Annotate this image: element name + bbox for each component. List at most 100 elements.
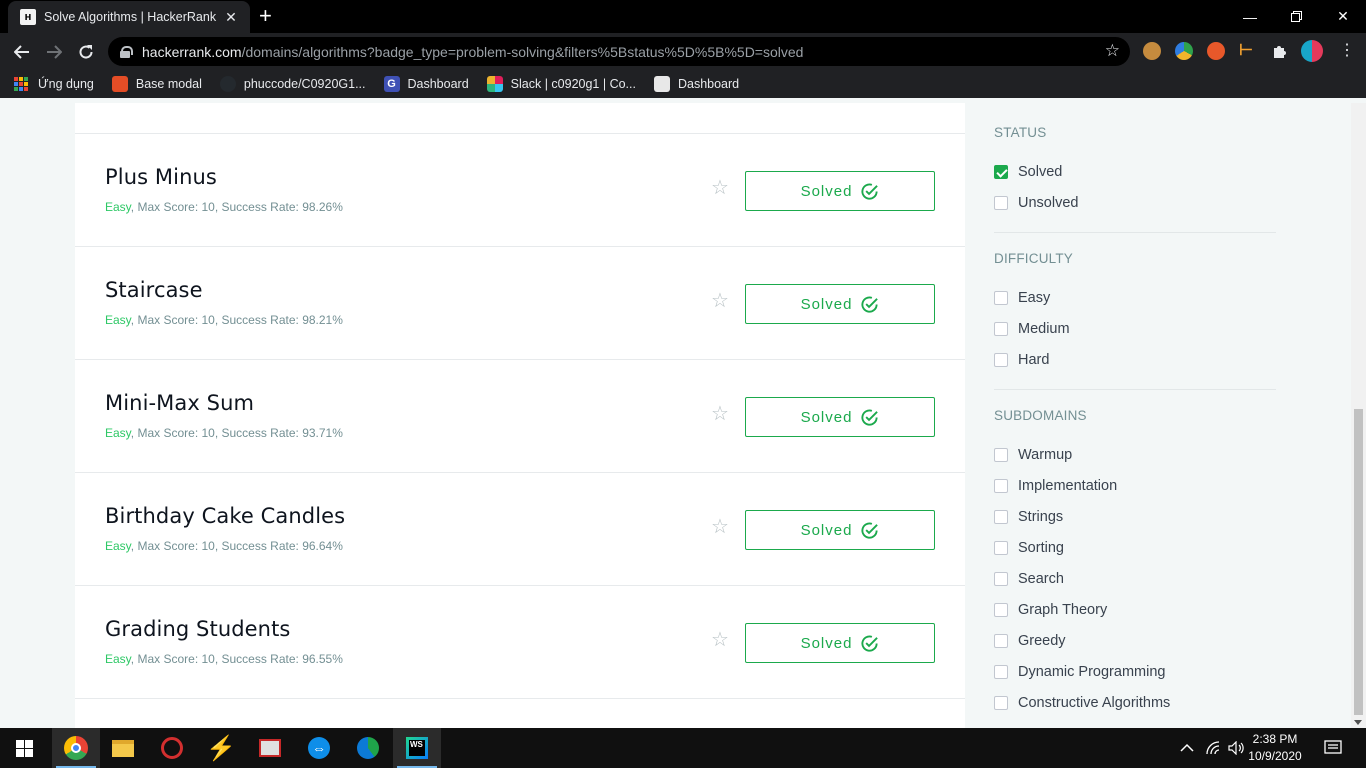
chrome-taskbar-icon[interactable]	[52, 728, 100, 768]
start-windows-icon[interactable]	[0, 728, 48, 768]
checkbox[interactable]	[994, 447, 1008, 462]
bookmark-dashboard-1[interactable]: G Dashboard	[383, 76, 469, 92]
challenge-meta: Easy, Max Score: 10, Success Rate: 98.21…	[105, 313, 343, 327]
checkbox[interactable]	[994, 352, 1008, 367]
solved-button[interactable]: Solved	[745, 623, 935, 663]
restore-icon[interactable]	[1273, 0, 1319, 33]
checkbox[interactable]	[994, 571, 1008, 586]
filter-difficulty-medium[interactable]: Medium	[994, 313, 1276, 344]
challenge-row[interactable]: Mini-Max Sum Easy, Max Score: 10, Succes…	[75, 360, 965, 473]
challenge-row[interactable]: Grading Students Easy, Max Score: 10, Su…	[75, 586, 965, 699]
menu-kebab-icon[interactable]: ⋮	[1338, 42, 1356, 60]
filter-subdomain-implementation[interactable]: Implementation	[994, 470, 1276, 501]
bookmark-star-icon[interactable]: ☆	[711, 630, 729, 650]
edge-browser-icon[interactable]	[344, 728, 392, 768]
filter-subdomain-sorting[interactable]: Sorting	[994, 532, 1276, 563]
reload-icon[interactable]	[73, 39, 99, 65]
puzzle-extensions-icon[interactable]	[1271, 42, 1289, 60]
game-app-icon[interactable]	[148, 728, 196, 768]
solved-label: Solved	[800, 521, 853, 539]
new-tab-button[interactable]: +	[259, 4, 272, 28]
filter-heading: DIFFICULTY	[994, 251, 1073, 266]
filter-subdomain-constructive-algorithms[interactable]: Constructive Algorithms	[994, 687, 1276, 718]
checkbox[interactable]	[994, 195, 1008, 210]
solved-button[interactable]: Solved	[745, 171, 935, 211]
browser-tab[interactable]: H Solve Algorithms | HackerRank ✕	[8, 1, 250, 33]
file-explorer-icon[interactable]	[99, 728, 147, 768]
solved-button[interactable]: Solved	[745, 397, 935, 437]
challenge-title[interactable]: Grading Students	[105, 617, 290, 641]
bookmark-label: Dashboard	[677, 77, 740, 91]
filter-difficulty-hard[interactable]: Hard	[994, 344, 1276, 375]
challenge-row[interactable]: Birthday Cake Candles Easy, Max Score: 1…	[75, 473, 965, 586]
checkbox[interactable]	[994, 290, 1008, 305]
bookmark-star-icon[interactable]: ☆	[711, 178, 729, 198]
pin-extension-icon[interactable]: ⊢	[1239, 42, 1257, 60]
drive-extension-icon[interactable]	[1175, 42, 1193, 60]
checkbox-checked[interactable]	[994, 164, 1008, 179]
remote-app-icon[interactable]	[246, 728, 294, 768]
filter-subdomain-graph-theory[interactable]: Graph Theory	[994, 594, 1276, 625]
forward-arrow-icon[interactable]	[41, 39, 67, 65]
bookmark-apps[interactable]: Ứng dụng	[14, 77, 94, 91]
checkbox[interactable]	[994, 478, 1008, 493]
tab-close-icon[interactable]: ✕	[222, 9, 240, 26]
bookmark-star-icon[interactable]: ☆	[1105, 41, 1120, 61]
framework-icon	[111, 76, 128, 92]
address-bar[interactable]: hackerrank.com /domains/algorithms?badge…	[108, 37, 1130, 66]
cookie-extension-icon[interactable]	[1143, 42, 1161, 60]
filter-group-difficulty: DIFFICULTY Easy Medium Hard	[994, 251, 1276, 390]
filter-status-solved[interactable]: Solved	[994, 156, 1276, 187]
challenge-title[interactable]: Plus Minus	[105, 165, 217, 189]
solved-label: Solved	[800, 295, 853, 313]
teamviewer-icon[interactable]: ⇔	[295, 728, 343, 768]
network-icon[interactable]	[1206, 728, 1222, 768]
filter-subdomain-strings[interactable]: Strings	[994, 501, 1276, 532]
checkbox[interactable]	[994, 509, 1008, 524]
system-clock[interactable]: 2:38 PM 10/9/2020	[1244, 731, 1306, 765]
checkbox[interactable]	[994, 664, 1008, 679]
challenge-row[interactable]: Plus Minus Easy, Max Score: 10, Success …	[75, 134, 965, 247]
challenge-row[interactable]: Staircase Easy, Max Score: 10, Success R…	[75, 247, 965, 360]
minimize-icon[interactable]: —	[1227, 0, 1273, 33]
fire-extension-icon[interactable]	[1207, 42, 1225, 60]
bookmark-star-icon[interactable]: ☆	[711, 404, 729, 424]
close-window-icon[interactable]: ✕	[1320, 0, 1366, 33]
difficulty-label: Easy	[105, 426, 131, 440]
bookmark-github[interactable]: phuccode/C0920G1...	[219, 76, 366, 92]
score-and-rate: , Max Score: 10, Success Rate: 96.64%	[130, 539, 343, 553]
checkbox[interactable]	[994, 633, 1008, 648]
flash-app-icon[interactable]: ⚡	[197, 728, 245, 768]
challenge-title[interactable]: Mini-Max Sum	[105, 391, 254, 415]
difficulty-label: Easy	[105, 313, 131, 327]
scroll-thumb[interactable]	[1354, 409, 1363, 715]
bookmark-slack[interactable]: Slack | c0920g1 | Co...	[486, 76, 636, 92]
volume-icon[interactable]	[1228, 728, 1244, 768]
bookmark-star-icon[interactable]: ☆	[711, 517, 729, 537]
show-hidden-icons-chevron-icon[interactable]	[1180, 728, 1194, 768]
checkbox[interactable]	[994, 321, 1008, 336]
profile-avatar[interactable]	[1301, 40, 1323, 62]
checkbox[interactable]	[994, 602, 1008, 617]
webstorm-icon[interactable]: WS	[393, 728, 441, 768]
scroll-down-arrow-icon[interactable]	[1354, 720, 1362, 725]
solved-button[interactable]: Solved	[745, 284, 935, 324]
filter-difficulty-easy[interactable]: Easy	[994, 282, 1276, 313]
bookmark-base-modal[interactable]: Base modal	[111, 76, 202, 92]
apps-grid-icon	[14, 77, 28, 91]
filter-subdomain-warmup[interactable]: Warmup	[994, 439, 1276, 470]
filter-status-unsolved[interactable]: Unsolved	[994, 187, 1276, 218]
filter-subdomain-greedy[interactable]: Greedy	[994, 625, 1276, 656]
bookmark-dashboard-2[interactable]: Dashboard	[653, 76, 740, 92]
back-arrow-icon[interactable]	[9, 39, 35, 65]
checkbox[interactable]	[994, 540, 1008, 555]
solved-button[interactable]: Solved	[745, 510, 935, 550]
checkbox[interactable]	[994, 695, 1008, 710]
bookmark-star-icon[interactable]: ☆	[711, 291, 729, 311]
notifications-icon[interactable]	[1324, 728, 1342, 768]
filter-subdomain-search[interactable]: Search	[994, 563, 1276, 594]
challenge-title[interactable]: Birthday Cake Candles	[105, 504, 345, 528]
page-scrollbar[interactable]	[1351, 103, 1366, 728]
challenge-title[interactable]: Staircase	[105, 278, 203, 302]
filter-subdomain-dynamic-programming[interactable]: Dynamic Programming	[994, 656, 1276, 687]
